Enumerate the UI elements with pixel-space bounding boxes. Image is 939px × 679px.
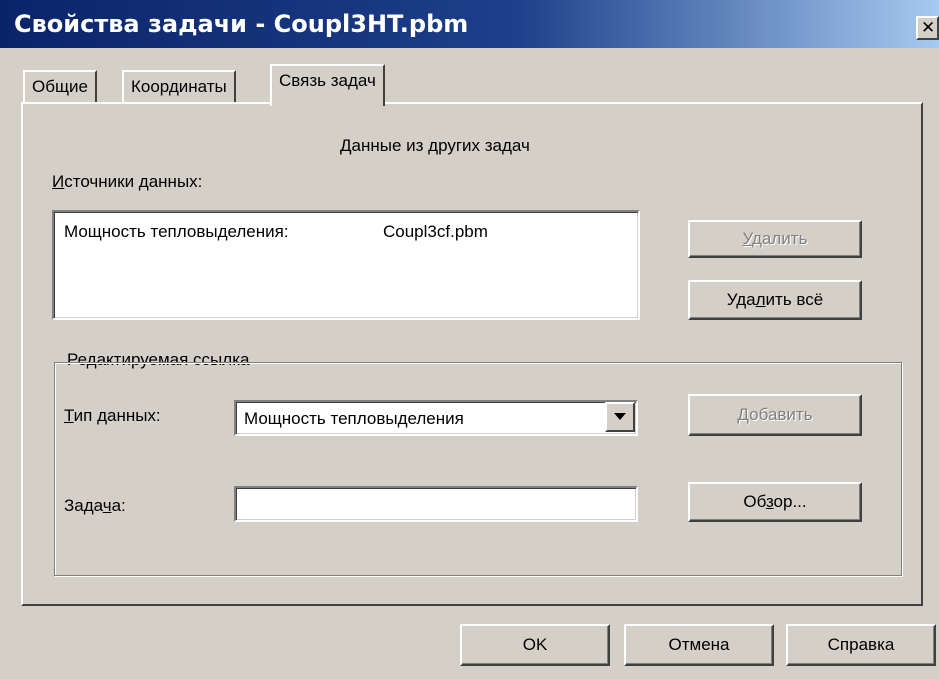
cancel-button[interactable]: Отмена [624, 624, 774, 666]
ok-button[interactable]: OK [460, 624, 610, 666]
add-button[interactable]: Добавить [688, 394, 862, 436]
close-icon: ✕ [921, 18, 936, 37]
source-task: Coupl3cf.pbm [383, 222, 488, 241]
chevron-down-icon [614, 413, 626, 420]
sources-list[interactable]: Мощность тепловыделения: Coupl3cf.pbm [52, 210, 640, 320]
tab-coordinates[interactable]: Координаты [122, 70, 236, 102]
sources-label: Источники данных: [52, 172, 203, 191]
datatype-label: Тип данных: [64, 406, 161, 425]
help-button-label: Справка [827, 635, 895, 654]
browse-button[interactable]: Обзор... [688, 482, 862, 522]
cancel-button-label: Отмена [668, 635, 730, 654]
task-label: Задача: [64, 496, 126, 515]
tab-task-link[interactable]: Связь задач [270, 64, 385, 106]
tab-task-link-label: Связь задач [279, 71, 376, 90]
help-button[interactable]: Справка [786, 624, 936, 666]
delete-all-button[interactable]: Удалить всё [688, 280, 862, 320]
datatype-dropdown-button[interactable] [605, 402, 635, 432]
task-input[interactable] [234, 486, 638, 522]
tab-general-label: Общие [32, 77, 88, 96]
close-button[interactable]: ✕ [916, 16, 939, 40]
delete-button[interactable]: Удалить [688, 220, 862, 258]
list-item[interactable]: Мощность тепловыделения: [64, 222, 289, 242]
window-title: Свойства задачи - Coupl3HT.pbm [14, 10, 469, 38]
tab-general[interactable]: Общие [23, 70, 97, 102]
tab-coordinates-label: Координаты [131, 77, 227, 96]
source-type: Мощность тепловыделения: [64, 222, 289, 241]
ok-button-label: OK [522, 635, 548, 654]
datatype-select[interactable]: Мощность тепловыделения [234, 400, 638, 436]
datatype-selected-value: Мощность тепловыделения [244, 409, 464, 428]
panel-heading: Данные из других задач [340, 136, 530, 155]
